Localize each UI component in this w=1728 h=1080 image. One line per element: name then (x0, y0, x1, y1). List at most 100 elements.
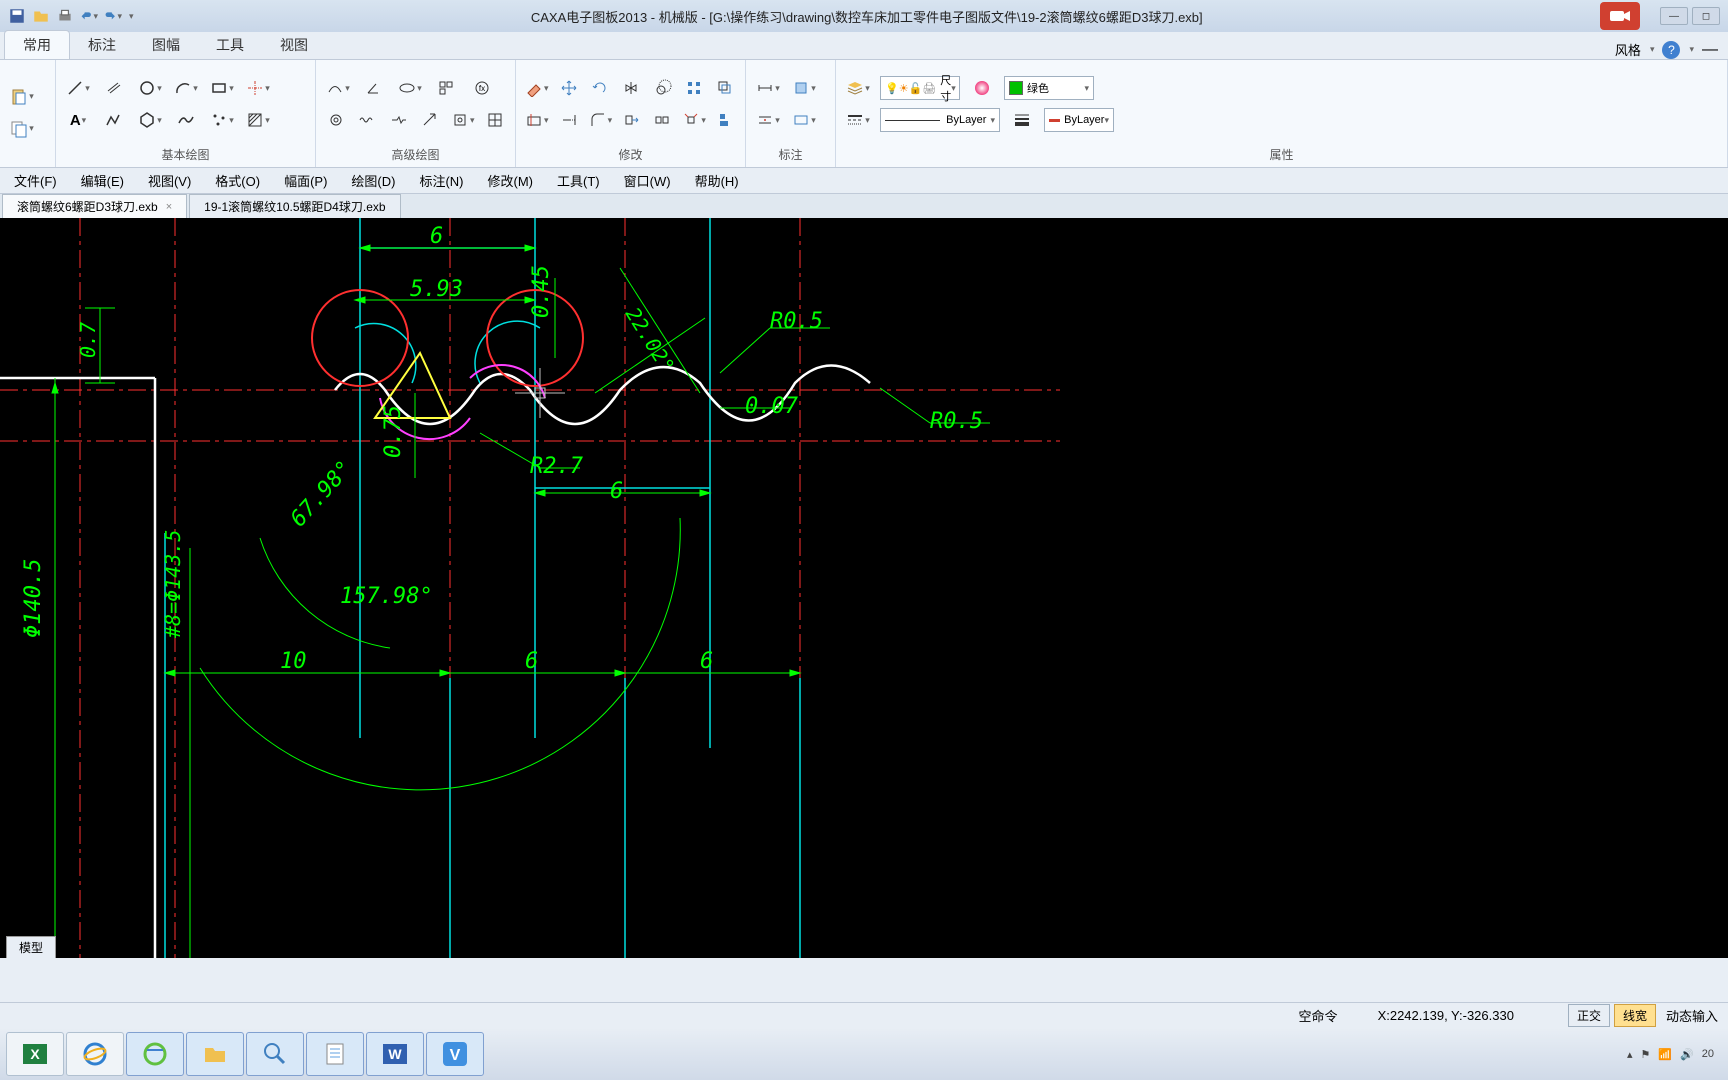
erase-tool[interactable]: ▾ (524, 75, 550, 101)
curve-tool[interactable]: ▾ (324, 75, 352, 101)
break-tool[interactable] (387, 107, 411, 133)
arc-tool[interactable]: ▾ (172, 75, 200, 101)
notepad-icon[interactable] (306, 1032, 364, 1076)
dim-edit-tool[interactable]: ▾ (790, 107, 818, 133)
menu-view[interactable]: 视图(V) (138, 169, 201, 192)
ie-icon[interactable] (66, 1032, 124, 1076)
rectangle-tool[interactable]: ▾ (208, 75, 236, 101)
tray-flag-icon[interactable]: ⚑ (1640, 1048, 1650, 1061)
move-tool[interactable] (558, 75, 581, 101)
copy-button[interactable]: ▾ (8, 116, 36, 142)
formula-tool[interactable]: fx (468, 75, 496, 101)
dim-coord-tool[interactable]: ▾ (790, 75, 818, 101)
tray-network-icon[interactable]: 📶 (1658, 1048, 1672, 1061)
ellipse-tool[interactable]: ▾ (396, 75, 424, 101)
tab-annotate[interactable]: 标注 (70, 31, 134, 59)
menu-format[interactable]: 格式(O) (205, 169, 270, 192)
menu-frame[interactable]: 幅面(P) (274, 169, 337, 192)
drawing-canvas[interactable]: 6 5.93 0.45 22.02° R0.5 R0.5 0.07 0.75 R… (0, 218, 1728, 958)
menu-modify[interactable]: 修改(M) (478, 169, 544, 192)
save-icon[interactable] (8, 7, 26, 25)
excel-icon[interactable]: X (6, 1032, 64, 1076)
titlebar: ▾ ▾ ▾ CAXA电子图板2013 - 机械版 - [G:\操作练习\draw… (0, 0, 1728, 32)
polygon-tool[interactable]: ▾ (136, 107, 164, 133)
centerline-tool[interactable]: ▾ (244, 75, 272, 101)
open-icon[interactable] (32, 7, 50, 25)
tab-tools[interactable]: 工具 (198, 31, 262, 59)
menu-tools[interactable]: 工具(T) (547, 169, 610, 192)
menu-window[interactable]: 窗口(W) (614, 169, 681, 192)
mirror-tool[interactable] (620, 75, 643, 101)
offset-tool[interactable] (714, 75, 737, 101)
color-selector[interactable]: 绿色▾ (1004, 76, 1094, 100)
menu-draw[interactable]: 绘图(D) (341, 169, 405, 192)
help-icon[interactable]: ? (1662, 41, 1680, 59)
browser-icon[interactable] (126, 1032, 184, 1076)
undo-icon[interactable]: ▾ (80, 7, 98, 25)
color-wheel-icon[interactable] (968, 75, 996, 101)
arrow-tool[interactable] (419, 107, 443, 133)
doc-tab-1[interactable]: 滚筒螺纹6螺距D3球刀.exb× (2, 194, 187, 218)
array-tool[interactable] (683, 75, 706, 101)
parallel-tool[interactable] (100, 75, 128, 101)
doc-tab-2[interactable]: 19-1滚筒螺纹10.5螺距D4球刀.exb (189, 194, 400, 218)
menu-dim[interactable]: 标注(N) (409, 169, 473, 192)
magnify-icon[interactable] (246, 1032, 304, 1076)
maximize-button[interactable]: ◻ (1692, 7, 1720, 25)
menu-file[interactable]: 文件(F) (4, 169, 67, 192)
redo-icon[interactable]: ▾ (104, 7, 122, 25)
word-icon[interactable]: W (366, 1032, 424, 1076)
explode-tool[interactable]: ▾ (681, 107, 707, 133)
dynamic-input-toggle[interactable]: 动态输入 (1666, 1006, 1718, 1025)
rotate-tool[interactable] (589, 75, 612, 101)
lineweight-toggle[interactable]: 线宽 (1614, 1004, 1656, 1027)
clock[interactable]: 20 (1702, 1048, 1714, 1060)
polyline-tool[interactable] (100, 107, 128, 133)
app-v-icon[interactable]: V (426, 1032, 484, 1076)
extend-tool[interactable] (558, 107, 580, 133)
table-tool[interactable] (484, 107, 508, 133)
trim-tool[interactable]: ▾ (524, 107, 550, 133)
layer-button[interactable]: ▾ (844, 75, 872, 101)
style-label[interactable]: 风格 (1615, 40, 1641, 59)
tab-view[interactable]: 视图 (262, 31, 326, 59)
ortho-toggle[interactable]: 正交 (1568, 1004, 1610, 1027)
gear-tool[interactable] (324, 107, 348, 133)
fillet-tool[interactable]: ▾ (588, 107, 614, 133)
menu-help[interactable]: 帮助(H) (685, 169, 749, 192)
text-tool[interactable]: A▾ (64, 107, 92, 133)
block-tool[interactable] (432, 75, 460, 101)
linetype-selector[interactable]: ByLayer▾ (880, 108, 1000, 132)
break2-tool[interactable] (651, 107, 673, 133)
close-icon[interactable]: × (166, 201, 172, 213)
lineweight-selector[interactable]: ByLayer▾ (1044, 108, 1114, 132)
menu-edit[interactable]: 编辑(E) (71, 169, 134, 192)
print-icon[interactable] (56, 7, 74, 25)
wave-tool[interactable] (356, 107, 380, 133)
hole-tool[interactable]: ▾ (450, 107, 476, 133)
minimize-ribbon-icon[interactable]: — (1702, 41, 1718, 59)
hatch-tool[interactable]: ▾ (244, 107, 272, 133)
line-tool[interactable]: ▾ (64, 75, 92, 101)
point-tool[interactable]: ▾ (208, 107, 236, 133)
tray-up-icon[interactable]: ▴ (1627, 1048, 1633, 1061)
tab-frame[interactable]: 图幅 (134, 31, 198, 59)
scale-tool[interactable] (651, 75, 674, 101)
spline-tool[interactable] (172, 107, 200, 133)
explorer-icon[interactable] (186, 1032, 244, 1076)
angle-tool[interactable] (360, 75, 388, 101)
dim-style-tool[interactable]: ▾ (754, 107, 782, 133)
stretch-tool[interactable] (621, 107, 643, 133)
dim-linear-tool[interactable]: ▾ (754, 75, 782, 101)
model-tab[interactable]: 模型 (6, 936, 56, 958)
record-button[interactable] (1600, 2, 1640, 30)
tray-volume-icon[interactable]: 🔊 (1680, 1048, 1694, 1061)
minimize-button[interactable]: — (1660, 7, 1688, 25)
lineweight-icon[interactable] (1008, 107, 1036, 133)
layer-selector[interactable]: 💡☀🔓🖨 尺寸▾ (880, 76, 960, 100)
circle-tool[interactable]: ▾ (136, 75, 164, 101)
linetype-button[interactable]: ▾ (844, 107, 872, 133)
paste-button[interactable]: ▾ (8, 84, 36, 110)
align-tool[interactable] (715, 107, 737, 133)
tab-common[interactable]: 常用 (4, 30, 70, 59)
